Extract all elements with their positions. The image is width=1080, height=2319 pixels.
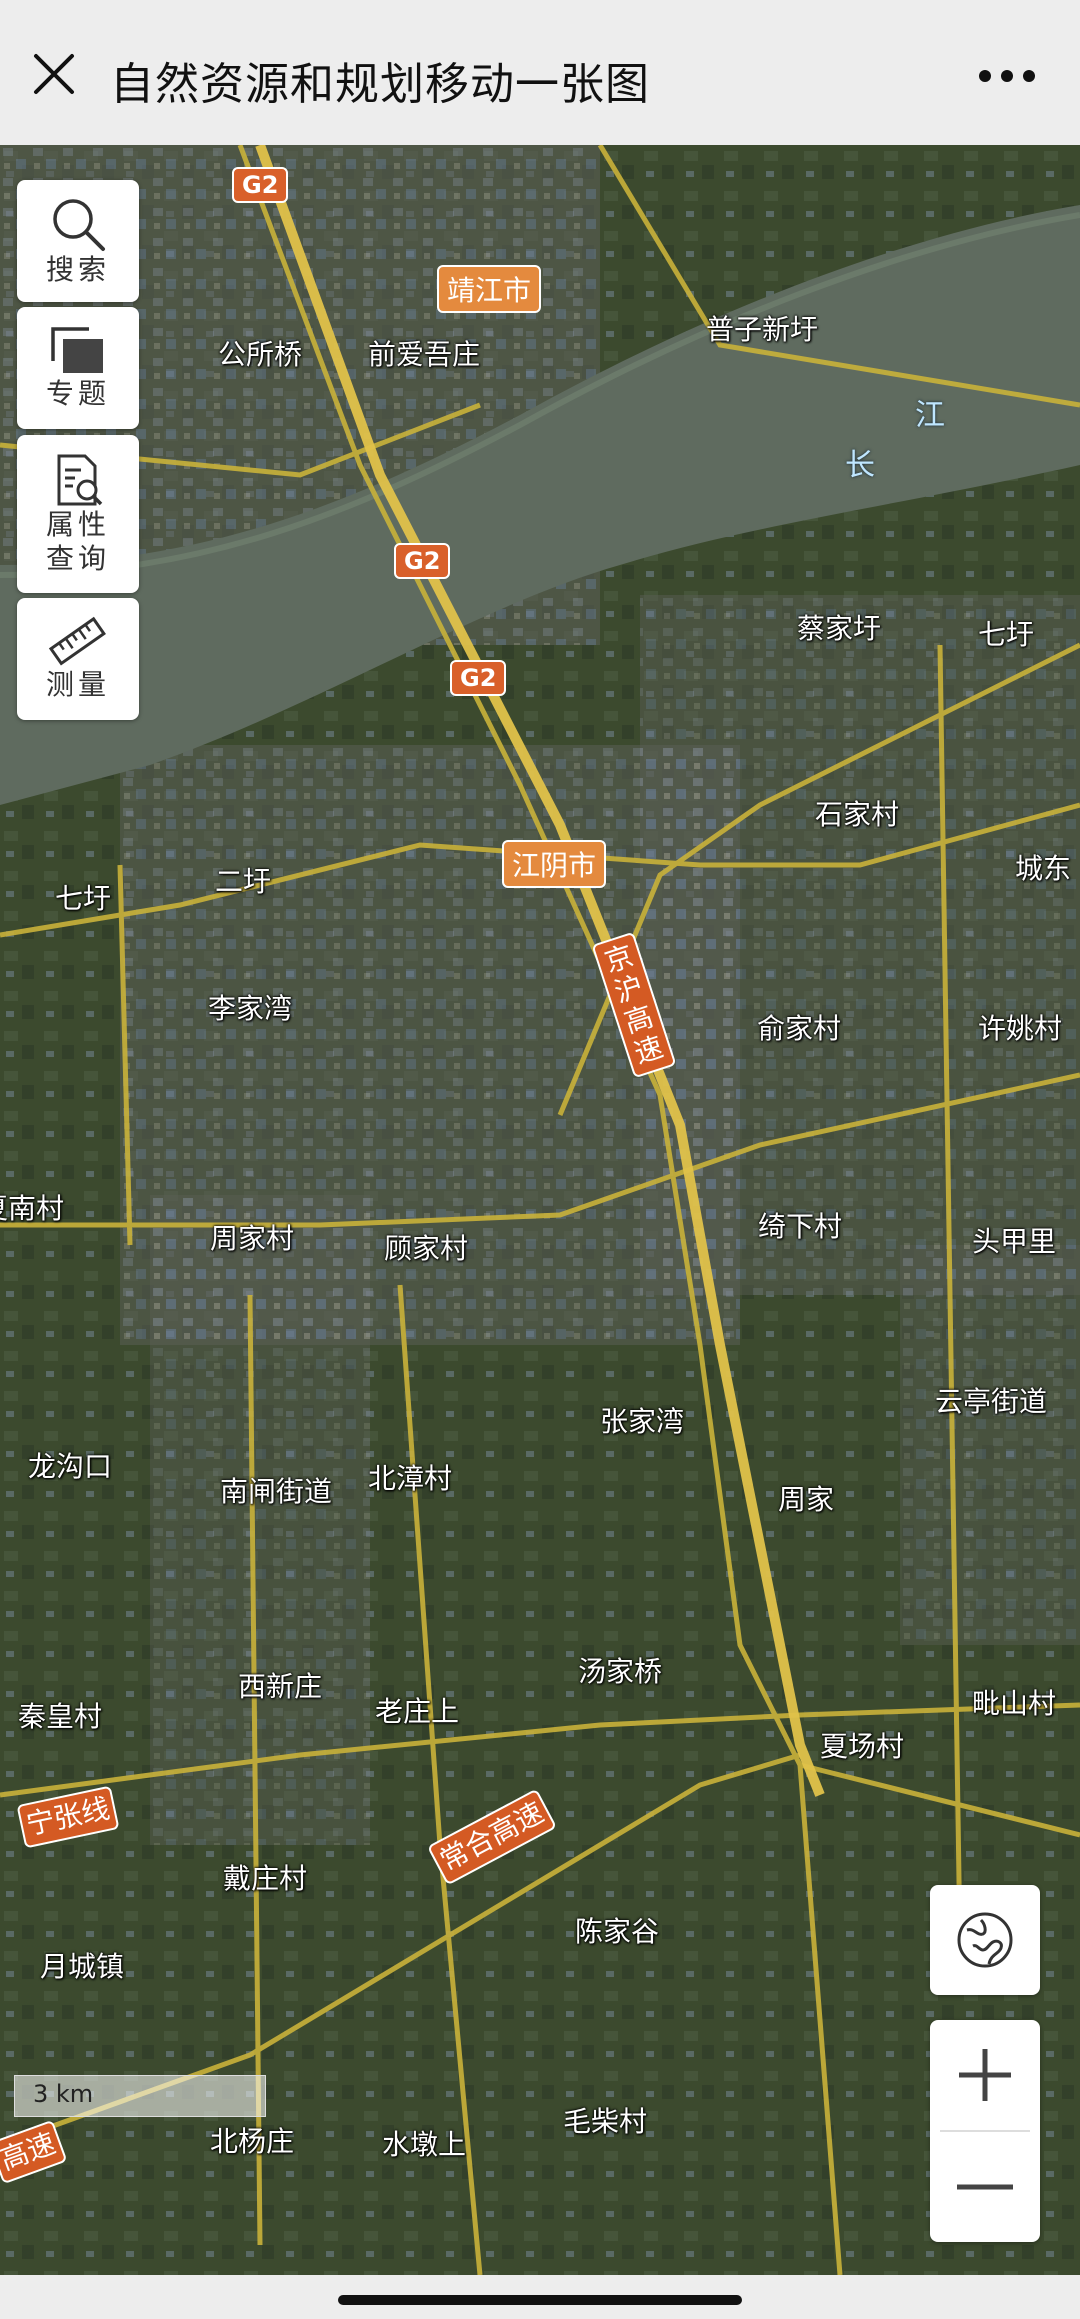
highway-shield: G2 (232, 167, 289, 203)
river-label: 江 (915, 398, 945, 433)
document-search-icon (57, 454, 103, 506)
place-label: 夏场村 (820, 1730, 905, 1763)
measure-tool-button[interactable]: 测量 (17, 598, 139, 720)
place-label: 二圩 (215, 865, 272, 898)
city-label: 靖江市 (437, 265, 542, 313)
place-label: 云亭街道 (935, 1385, 1048, 1418)
place-label: 北杨庄 (210, 2125, 295, 2158)
place-label: 毛柴村 (563, 2105, 648, 2138)
place-label: 公所桥 (218, 338, 303, 371)
search-tool-button[interactable]: 搜索 (17, 180, 139, 302)
scale-label: 3 km (33, 2080, 94, 2108)
title-bar: 自然资源和规划移动一张图 (0, 0, 1080, 145)
search-tool-label: 搜索 (45, 253, 110, 286)
place-label: 毗山村 (972, 1687, 1057, 1720)
layers-tool-button[interactable]: 专题 (17, 307, 139, 429)
place-label: 陈家谷 (575, 1915, 660, 1948)
place-label: 水墩上 (382, 2128, 467, 2161)
highway-shield: G2 (394, 543, 451, 579)
minus-icon (957, 2184, 1013, 2190)
place-label: 戴庄村 (223, 1862, 308, 1895)
layers-tool-label: 专题 (45, 377, 110, 410)
place-label: 周家村 (210, 1222, 295, 1255)
place-label: 龙沟口 (28, 1450, 113, 1483)
scale-bar: 3 km (14, 2075, 266, 2117)
more-button[interactable] (962, 46, 1052, 106)
zoom-control (930, 2020, 1040, 2242)
place-label: 普子新圩 (706, 313, 819, 346)
map-imagery (0, 145, 1080, 2275)
zoom-out-button[interactable] (930, 2132, 1040, 2242)
place-label: 顾家村 (384, 1232, 469, 1265)
place-label: 绮下村 (758, 1210, 843, 1243)
place-label: 南闸街道 (220, 1475, 333, 1508)
place-label: 前爱吾庄 (368, 338, 481, 371)
place-label: 汤家桥 (578, 1655, 663, 1688)
river-label: 长 (845, 448, 875, 483)
home-indicator[interactable] (338, 2295, 742, 2305)
plus-icon (959, 2049, 1011, 2101)
zoom-in-button[interactable] (930, 2020, 1040, 2130)
city-label: 江阴市 (502, 840, 607, 888)
ruler-icon (48, 616, 106, 666)
satellite-map[interactable]: 江 长 靖江市 江阴市 G2 G2 G2 京沪高速 常合高速 宁张线 高速 公所… (0, 145, 1080, 2275)
place-label: 七圩 (978, 618, 1035, 651)
highway-shield: G2 (450, 660, 507, 696)
place-label: 七圩 (55, 882, 112, 915)
place-label: 张家湾 (600, 1405, 685, 1438)
close-icon (34, 54, 74, 94)
place-label: 俞家村 (757, 1012, 842, 1045)
place-label: 老庄上 (375, 1695, 460, 1728)
place-label: 石家村 (815, 798, 900, 831)
attribute-query-label: 属性 查询 (45, 508, 110, 575)
place-label: 城东 (1015, 852, 1072, 885)
place-label: 北漳村 (368, 1462, 453, 1495)
place-label: 月城镇 (40, 1950, 125, 1983)
place-label: 秦皇村 (18, 1700, 103, 1733)
page-title: 自然资源和规划移动一张图 (110, 59, 650, 110)
basemap-toggle-button[interactable] (930, 1885, 1040, 1995)
attribute-query-button[interactable]: 属性 查询 (17, 435, 139, 593)
place-label: 李家湾 (208, 992, 293, 1025)
layers-icon (51, 327, 103, 373)
close-button[interactable] (22, 42, 86, 106)
place-label: 周家 (778, 1483, 835, 1516)
place-label: 头甲里 (972, 1225, 1057, 1258)
more-icon (979, 70, 1035, 82)
measure-tool-label: 测量 (45, 668, 110, 701)
place-label: 蔡家圩 (797, 612, 882, 645)
place-label: 西新庄 (238, 1670, 323, 1703)
place-label: 许姚村 (978, 1012, 1063, 1045)
place-label: 夏南村 (0, 1192, 65, 1225)
search-icon (53, 199, 105, 251)
globe-icon (957, 1912, 1013, 1968)
